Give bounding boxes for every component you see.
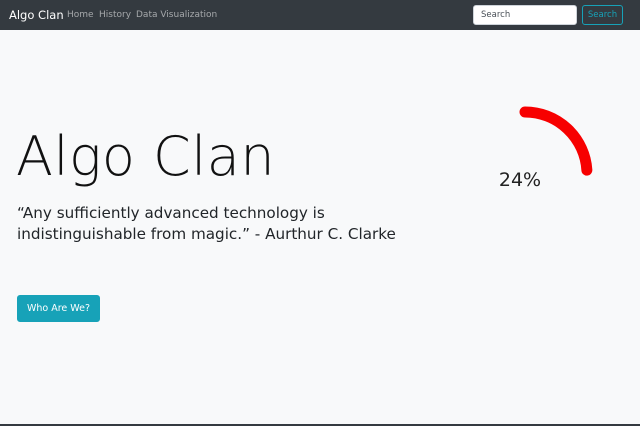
search-button[interactable]: Search	[582, 5, 623, 25]
progress-gauge: 24%	[470, 80, 610, 210]
navbar: Algo Clan Home History Data Visualizatio…	[0, 0, 640, 30]
progress-arc	[519, 106, 593, 176]
progress-gauge-svg: 24%	[499, 106, 593, 191]
nav-link-data-visualization[interactable]: Data Visualization	[136, 0, 217, 30]
hero-title: Algo Clan	[16, 125, 276, 188]
brand-link[interactable]: Algo Clan	[9, 0, 64, 30]
who-are-we-button[interactable]: Who Are We?	[17, 295, 100, 322]
nav-link-history[interactable]: History	[99, 0, 131, 30]
nav-link-home[interactable]: Home	[67, 0, 94, 30]
search-input[interactable]	[473, 5, 577, 25]
hero-quote: “Any sufficiently advanced technology is…	[17, 204, 396, 243]
progress-value-label: 24%	[499, 169, 541, 191]
